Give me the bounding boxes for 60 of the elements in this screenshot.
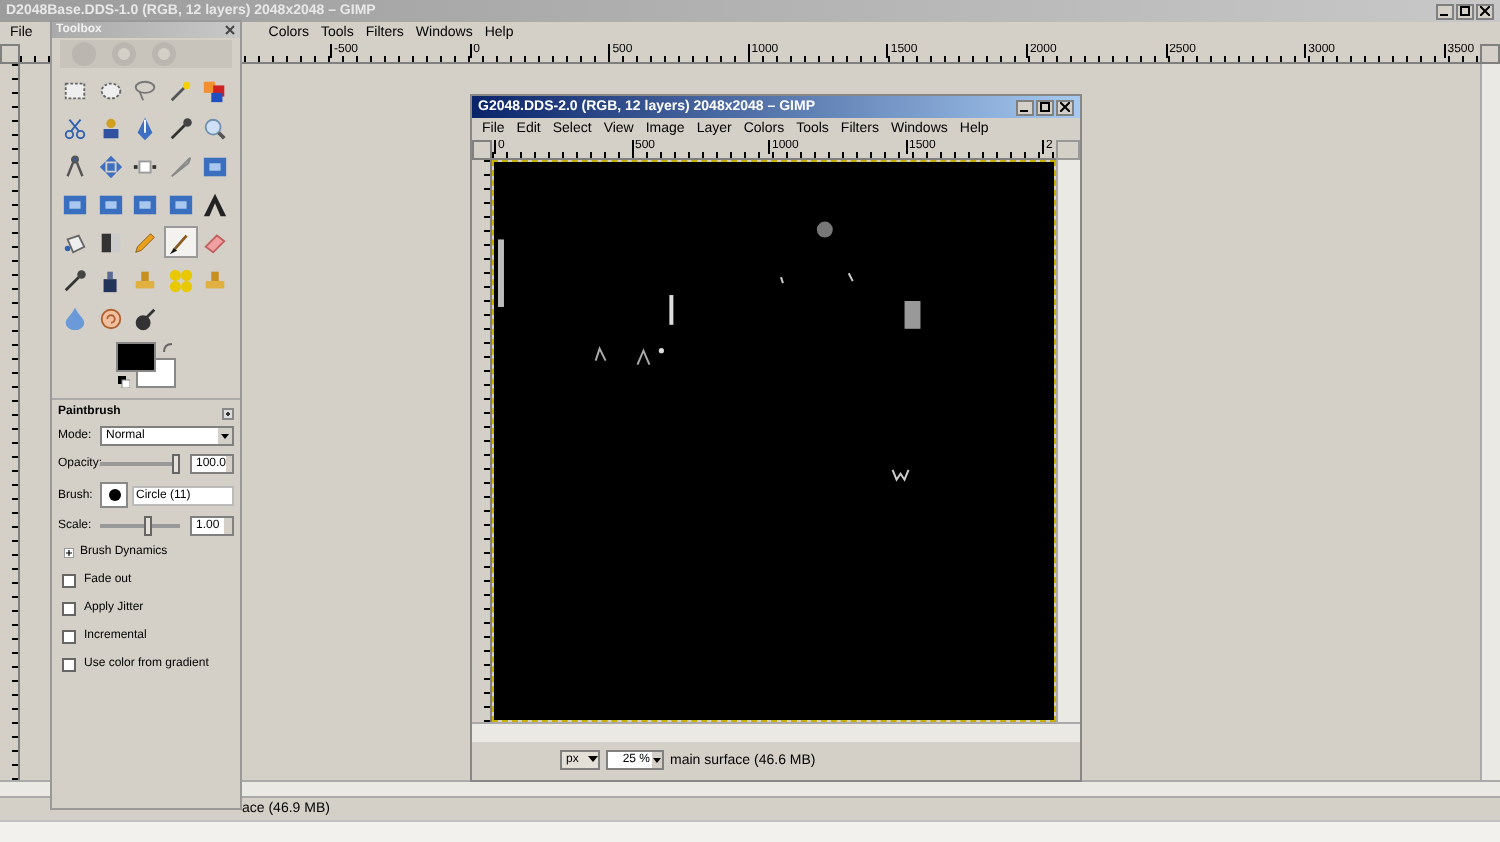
vertical-scrollbar[interactable] bbox=[1480, 64, 1500, 780]
knife-icon bbox=[167, 153, 194, 179]
maximize-button[interactable] bbox=[1456, 3, 1474, 19]
close-button[interactable] bbox=[1476, 3, 1494, 19]
magnifier-icon bbox=[202, 115, 229, 141]
tool-button[interactable] bbox=[163, 226, 198, 258]
swap-colors-icon[interactable] bbox=[162, 342, 174, 354]
paintbrush-icon bbox=[167, 229, 194, 255]
layer-icon bbox=[132, 191, 159, 217]
maximize-icon bbox=[1460, 6, 1470, 16]
maximize-button[interactable] bbox=[1036, 99, 1054, 115]
caret-icon bbox=[588, 756, 598, 764]
caret-icon bbox=[218, 428, 232, 444]
magic-wand-icon bbox=[167, 77, 194, 103]
layer-icon bbox=[97, 191, 124, 217]
close-button[interactable] bbox=[1056, 99, 1074, 115]
dashed-ellipse-icon bbox=[97, 77, 124, 103]
checkbox[interactable] bbox=[62, 657, 76, 671]
slider-thumb[interactable] bbox=[172, 454, 180, 474]
layer-icon bbox=[167, 191, 194, 217]
checkbox[interactable] bbox=[62, 629, 76, 643]
layer-icon bbox=[62, 191, 88, 217]
gradient-icon bbox=[97, 229, 124, 255]
close-icon[interactable] bbox=[224, 24, 236, 36]
circle-icon bbox=[107, 488, 121, 502]
lasso-icon bbox=[132, 77, 159, 103]
checkbox[interactable] bbox=[62, 601, 76, 615]
stamp-icon bbox=[132, 267, 159, 293]
minimize-button[interactable] bbox=[1016, 99, 1034, 115]
vertical-scrollbar[interactable] bbox=[1056, 160, 1080, 722]
plus-icon bbox=[64, 547, 74, 557]
slider-thumb[interactable] bbox=[144, 516, 153, 536]
compass-icon bbox=[62, 153, 88, 179]
pencil-icon bbox=[132, 229, 159, 255]
swirl-icon bbox=[97, 305, 124, 331]
drop-icon bbox=[62, 305, 88, 331]
caret-icon bbox=[652, 752, 662, 768]
scissors-icon bbox=[62, 115, 88, 141]
eyedropper-icon bbox=[167, 115, 194, 141]
layer-icon bbox=[202, 153, 229, 179]
minimize-button[interactable] bbox=[1436, 3, 1454, 19]
checkbox[interactable] bbox=[62, 573, 76, 587]
foreground-color-swatch[interactable] bbox=[116, 342, 156, 372]
dashed-rectangle-icon bbox=[62, 77, 88, 103]
zoom-corner bbox=[1056, 140, 1080, 160]
flower-icon bbox=[167, 267, 194, 293]
stamp-icon bbox=[202, 267, 229, 293]
ball-icon bbox=[132, 305, 159, 331]
brush-preview[interactable] bbox=[100, 482, 128, 508]
horizontal-scrollbar[interactable] bbox=[472, 722, 1080, 742]
eyedropper-icon bbox=[62, 267, 88, 293]
bucket-icon bbox=[62, 229, 88, 255]
color-swatches-icon bbox=[202, 77, 229, 103]
eraser-icon bbox=[202, 229, 229, 255]
close-icon bbox=[1480, 6, 1490, 16]
maximize-icon bbox=[1040, 102, 1050, 112]
close-icon bbox=[1060, 102, 1070, 112]
triangle-icon bbox=[202, 191, 229, 217]
reset-colors-icon[interactable] bbox=[118, 376, 130, 388]
move-icon bbox=[97, 153, 124, 179]
